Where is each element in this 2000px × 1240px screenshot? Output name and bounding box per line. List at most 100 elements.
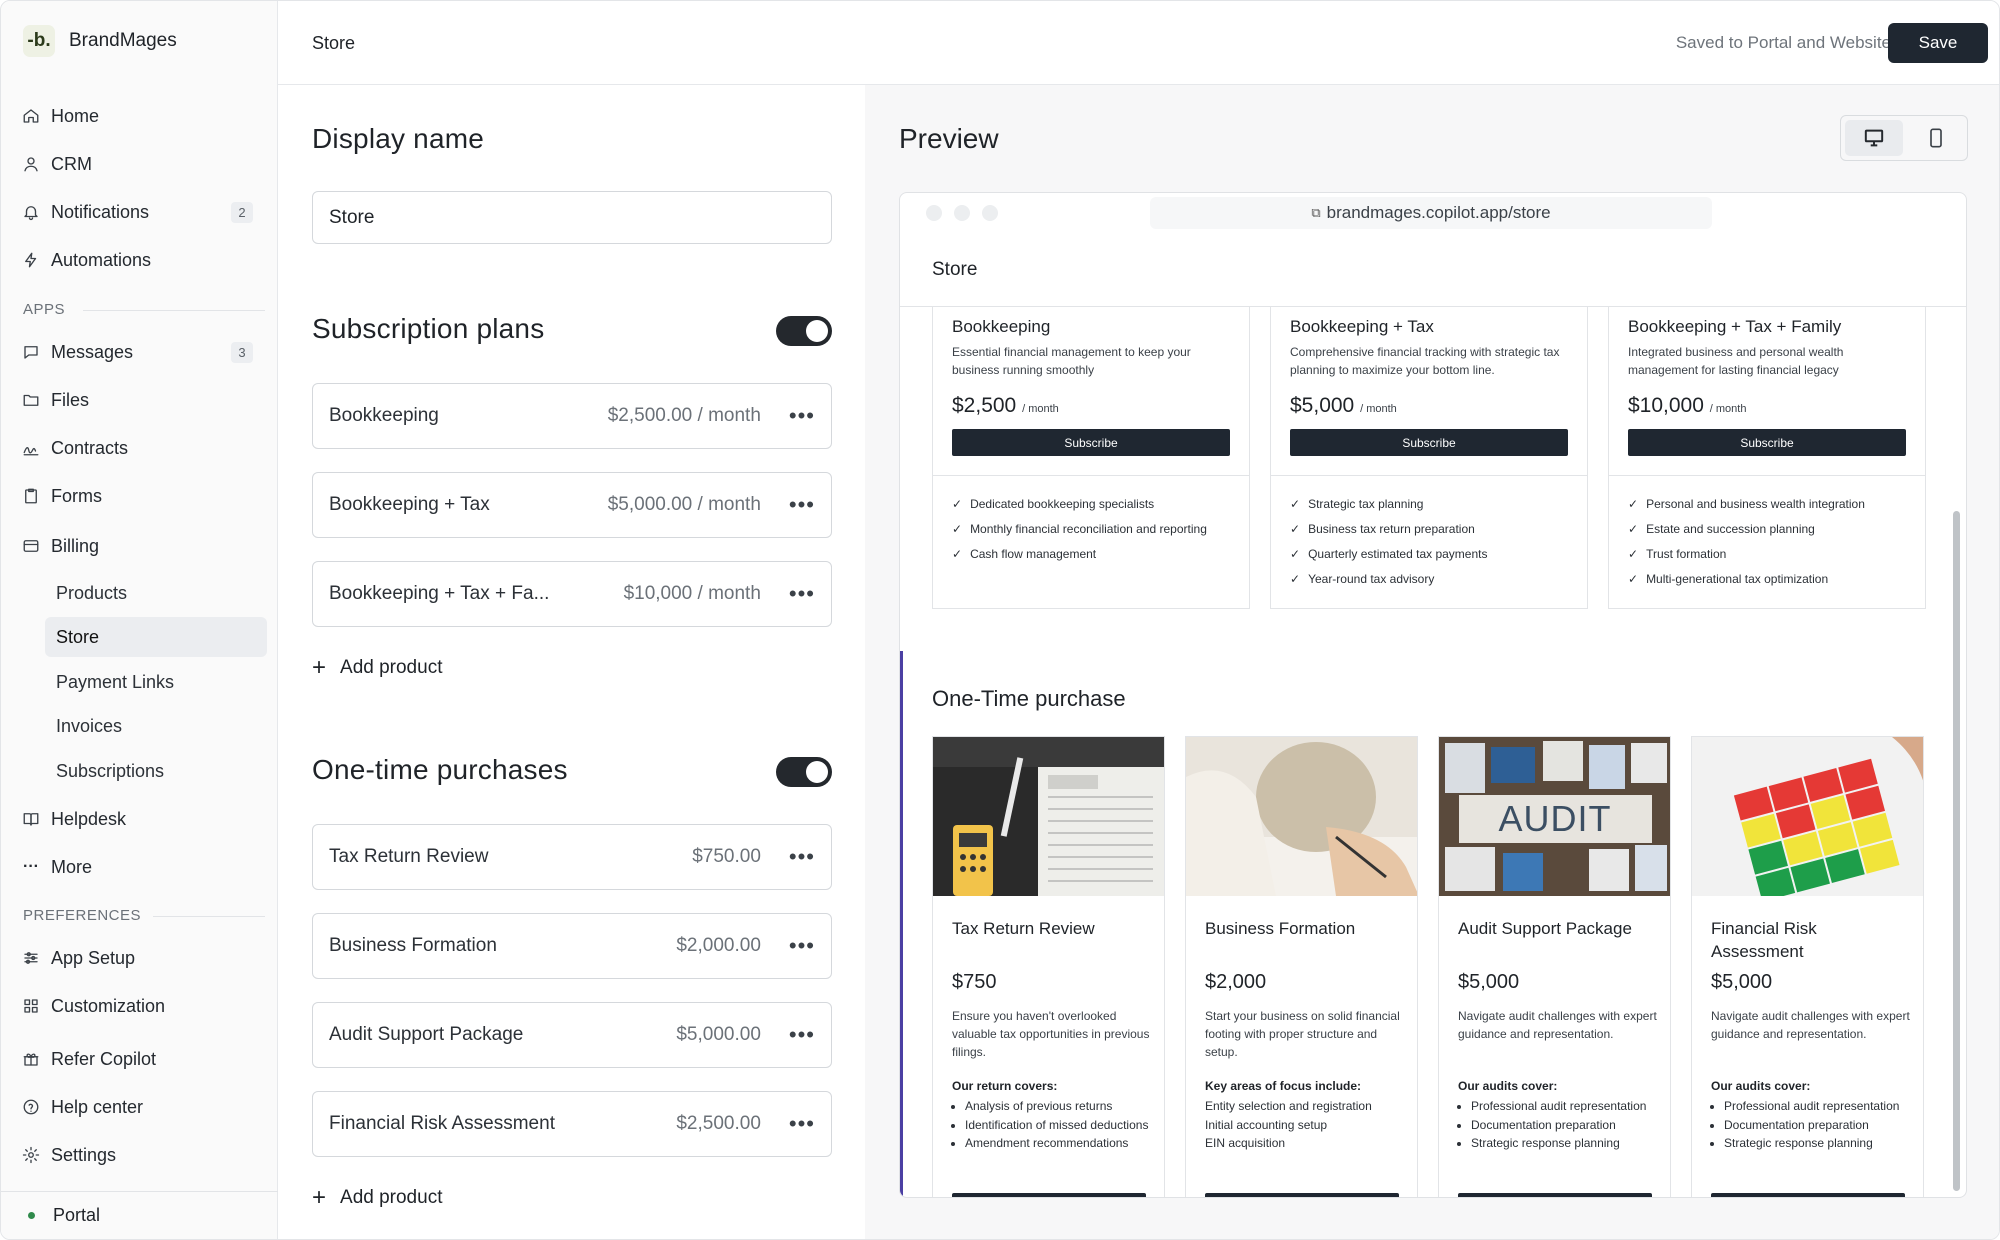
plan-features: ✓ Personal and business wealth integratio… <box>1628 491 1865 591</box>
add-one-time-product-button[interactable]: + Add product <box>312 1184 442 1212</box>
buy-button[interactable] <box>1205 1193 1399 1197</box>
nav-customization[interactable]: Customization <box>21 988 261 1024</box>
more-options-icon[interactable]: ••• <box>789 935 815 957</box>
feature-item: ✓ Personal and business wealth integratio… <box>1628 491 1865 516</box>
per-month-label: / month <box>1022 403 1059 415</box>
product-description: Navigate audit challenges with expert gu… <box>1711 1009 1910 1041</box>
subscribe-button[interactable]: Subscribe <box>1290 429 1568 456</box>
nav-refer-copilot[interactable]: Refer Copilot <box>21 1041 261 1077</box>
preview-scrollbar[interactable] <box>1953 511 1960 1191</box>
list-item: Documentation preparation <box>1724 1116 1916 1135</box>
product-price: $5,000 <box>1458 971 1520 993</box>
nav-payment-links[interactable]: Payment Links <box>45 662 267 702</box>
store-editor: Display name Store Subscription plans Bo… <box>278 85 865 1239</box>
section-accent-bar <box>900 651 903 1197</box>
subscription-row[interactable]: Bookkeeping $2,500.00 / month ••• <box>312 383 832 449</box>
subscription-row[interactable]: Bookkeeping + Tax $5,000.00 / month ••• <box>312 472 832 538</box>
add-subscription-product-button[interactable]: + Add product <box>312 654 442 682</box>
plan-features: ✓ Dedicated bookkeeping specialists ✓ Mont… <box>952 491 1207 566</box>
nav-messages-label: Messages <box>51 341 134 362</box>
product-description: Start your business on solid financial f… <box>1205 1009 1400 1059</box>
more-options-icon[interactable]: ••• <box>789 405 815 427</box>
nav-contracts[interactable]: Contracts <box>21 430 261 466</box>
nav-notifications[interactable]: Notifications 2 <box>21 194 261 230</box>
copy-icon: ⧉ <box>1311 205 1321 220</box>
nav-files[interactable]: Files <box>21 382 261 418</box>
feature-text: Estate and succession planning <box>1646 521 1815 536</box>
buy-button[interactable] <box>952 1193 1146 1197</box>
plan-price-value: $10,000 <box>1628 394 1704 417</box>
one-time-section-title: One-Time purchase <box>932 686 1126 711</box>
browser-chrome: ⧉ brandmages.copilot.app/store <box>900 193 1966 233</box>
nav-crm[interactable]: CRM <box>21 146 261 182</box>
nav-products[interactable]: Products <box>45 573 267 613</box>
message-icon <box>21 342 41 362</box>
nav-help-center-label: Help center <box>51 1096 144 1117</box>
nav-store[interactable]: Store <box>45 617 267 657</box>
divider <box>1271 475 1587 476</box>
buy-button[interactable] <box>1458 1193 1652 1197</box>
nav-more[interactable]: ··· More <box>21 849 261 885</box>
mobile-view-button[interactable] <box>1907 120 1965 156</box>
apps-divider <box>83 310 265 311</box>
plus-icon: + <box>312 654 327 681</box>
per-month-label: / month <box>1360 403 1397 415</box>
list-item: Strategic response planning <box>1471 1134 1663 1153</box>
brand[interactable]: -b. BrandMages <box>23 25 177 57</box>
nav-messages[interactable]: Messages 3 <box>21 334 261 370</box>
plan-description: Integrated business and personal wealth … <box>1628 345 1844 377</box>
url-bar[interactable]: ⧉ brandmages.copilot.app/store <box>1150 197 1712 229</box>
one-time-row[interactable]: Audit Support Package $5,000.00 ••• <box>312 1002 832 1068</box>
more-options-icon[interactable]: ••• <box>789 846 815 868</box>
one-time-purchases-toggle[interactable] <box>776 757 832 787</box>
subscribe-button[interactable]: Subscribe <box>1628 429 1906 456</box>
product-name: Financial Risk Assessment <box>1711 919 1817 961</box>
nav-helpdesk[interactable]: Helpdesk <box>21 801 261 837</box>
save-button[interactable]: Save <box>1888 23 1988 63</box>
product-list: Professional audit representation Docume… <box>1458 1097 1663 1153</box>
product-price: $750 <box>952 971 997 993</box>
subscription-plans-toggle[interactable] <box>776 316 832 346</box>
notifications-count-badge: 2 <box>231 202 253 223</box>
nav-subscriptions[interactable]: Subscriptions <box>45 751 267 791</box>
display-name-input[interactable]: Store <box>312 191 832 244</box>
nav-app-setup-label: App Setup <box>51 947 136 968</box>
desktop-view-button[interactable] <box>1845 120 1903 156</box>
one-time-purchases-heading: One-time purchases <box>312 754 568 785</box>
one-time-row[interactable]: Business Formation $2,000.00 ••• <box>312 913 832 979</box>
list-item: Identification of missed deductions <box>965 1116 1157 1135</box>
feature-text: Business tax return preparation <box>1308 521 1475 536</box>
subscribe-button[interactable]: Subscribe <box>952 429 1230 456</box>
device-switcher <box>1840 115 1968 161</box>
url-text: brandmages.copilot.app/store <box>1326 203 1551 222</box>
nav-automations[interactable]: Automations <box>21 242 261 278</box>
portal-switcher[interactable]: Portal <box>1 1191 278 1239</box>
check-icon: ✓ <box>1290 496 1301 511</box>
feature-item: ✓ Estate and succession planning <box>1628 516 1865 541</box>
more-options-icon[interactable]: ••• <box>789 1113 815 1135</box>
brand-name: BrandMages <box>69 30 177 51</box>
more-options-icon[interactable]: ••• <box>789 1024 815 1046</box>
product-list-heading: Our audits cover: <box>1458 1079 1558 1093</box>
product-price: $750.00 <box>692 846 761 867</box>
nav-help-center[interactable]: Help center <box>21 1089 261 1125</box>
more-options-icon[interactable]: ••• <box>789 494 815 516</box>
nav-home[interactable]: Home <box>21 98 261 134</box>
one-time-row[interactable]: Financial Risk Assessment $2,500.00 ••• <box>312 1091 832 1157</box>
site-header: Store <box>900 233 1966 307</box>
nav-app-setup[interactable]: App Setup <box>21 940 261 976</box>
portal-label: Portal <box>53 1205 101 1225</box>
plan-name: Bookkeeping <box>952 317 1051 336</box>
more-options-icon[interactable]: ••• <box>789 583 815 605</box>
nav-invoices[interactable]: Invoices <box>45 706 267 746</box>
check-icon: ✓ <box>1290 571 1301 586</box>
nav-forms[interactable]: Forms <box>21 478 261 514</box>
one-time-row[interactable]: Tax Return Review $750.00 ••• <box>312 824 832 890</box>
check-icon: ✓ <box>952 496 963 511</box>
nav-billing[interactable]: Billing <box>21 528 261 564</box>
buy-button[interactable] <box>1711 1193 1905 1197</box>
subscription-row[interactable]: Bookkeeping + Tax + Fa... $10,000 / mont… <box>312 561 832 627</box>
list-item: Initial accounting setup <box>1205 1117 1328 1132</box>
nav-settings[interactable]: Settings <box>21 1137 261 1173</box>
tax-documents-illustration <box>933 737 1164 896</box>
